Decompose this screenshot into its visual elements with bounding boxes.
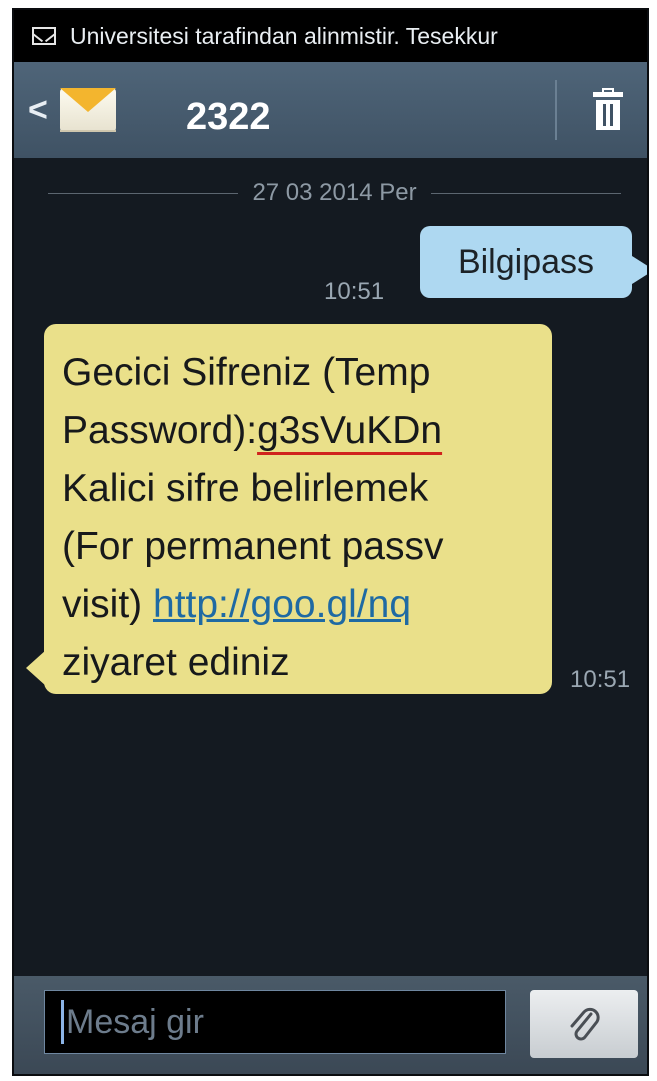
contact-name: 2322 [186,95,271,138]
message-link[interactable]: http://goo.gl/nq [153,583,411,626]
incoming-message-bubble[interactable]: Gecici Sifreniz (Temp Password):g3sVuKDn… [44,324,552,694]
message-input-placeholder: Mesaj gir [66,1002,204,1041]
message-text: Bilgipass [457,242,595,281]
message-line: ziyaret ediniz [62,641,290,684]
temp-password[interactable]: g3sVuKDn [257,409,442,452]
date-separator: 27 03 2014 Per [48,178,622,208]
message-line: visit) http://goo.gl/nq [62,583,412,626]
text-caret [61,1000,64,1044]
trash-icon[interactable] [591,88,625,130]
notification-bar[interactable]: Universitesi tarafindan alinmistir. Tese… [14,10,647,62]
back-arrow-icon[interactable]: < [28,93,58,127]
header-divider [555,80,557,140]
outgoing-message-bubble[interactable]: Bilgipass [420,226,647,298]
message-timestamp: 10:51 [324,278,385,305]
attach-button[interactable] [530,990,638,1058]
message-line: Kalici sifre belirlemek [62,467,429,510]
envelope-icon [32,27,56,45]
message-line: Password):g3sVuKDn [62,409,443,452]
date-label: 27 03 2014 Per [252,179,417,206]
compose-bar: Mesaj gir [14,976,647,1074]
phone-screen: Universitesi tarafindan alinmistir. Tese… [12,8,649,1076]
message-input[interactable]: Mesaj gir [44,990,506,1054]
bubble-tail [26,650,46,686]
message-line: Gecici Sifreniz (Temp [62,351,431,394]
envelope-icon[interactable] [60,88,116,132]
paperclip-icon [570,1007,600,1041]
message-line: (For permanent passv [62,525,444,568]
message-timestamp: 10:51 [570,666,631,693]
conversation-header: < 2322 [14,62,647,158]
notification-ticker: Universitesi tarafindan alinmistir. Tese… [70,22,498,49]
